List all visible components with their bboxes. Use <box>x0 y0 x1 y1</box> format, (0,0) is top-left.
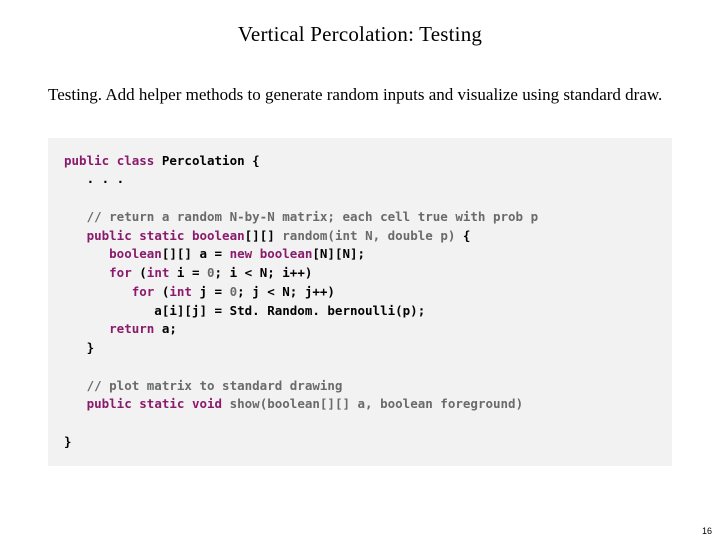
sig-random: random(int N, double p) <box>282 228 455 243</box>
sig-show: show(boolean[][] a, boolean foreground) <box>230 396 524 411</box>
comment-random: // return a random N-by-N matrix; each c… <box>87 209 539 224</box>
stmt-bernoulli: a[i][j] = Std. Random. bernoulli(p); <box>64 303 425 318</box>
slide: Vertical Percolation: Testing Testing. A… <box>0 0 720 540</box>
class-close: } <box>64 434 72 449</box>
class-decl: Percolation { <box>154 153 259 168</box>
slide-title: Vertical Percolation: Testing <box>0 0 720 47</box>
ellipsis: . . . <box>64 171 124 186</box>
body-rest: Add helper methods to generate random in… <box>102 85 662 104</box>
code-block: public class Percolation { . . . // retu… <box>48 138 672 466</box>
code-pre: public class Percolation { . . . // retu… <box>64 152 656 452</box>
page-number: 16 <box>702 526 712 536</box>
lead-word: Testing. <box>48 85 102 104</box>
body-text: Testing. Add helper methods to generate … <box>0 47 720 108</box>
kw-class: class <box>117 153 155 168</box>
kw-public: public <box>64 153 109 168</box>
comment-show: // plot matrix to standard drawing <box>87 378 343 393</box>
